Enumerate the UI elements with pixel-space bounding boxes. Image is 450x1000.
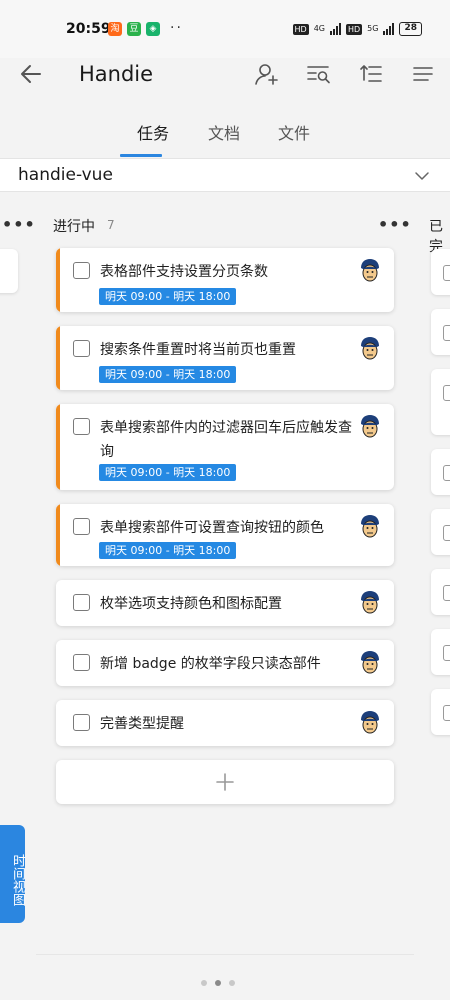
task-card[interactable]: 枚举选项支持颜色和图标配置 [56,580,394,626]
prev-column-card[interactable] [0,249,18,293]
next-column-card[interactable] [431,449,450,495]
timeline-view-button[interactable]: 时间视图 [0,825,25,923]
project-selector[interactable]: handie-vue [0,158,450,192]
active-tab-indicator [120,154,162,157]
chevron-down-icon [415,172,429,180]
task-checkbox[interactable] [73,714,90,731]
page-title: Handie [79,62,154,86]
taobao-icon: 淘 [108,22,122,36]
task-time-badge: 明天 09:00 - 明天 18:00 [99,366,237,383]
avatar-icon [361,711,379,734]
filter-search-icon[interactable] [306,61,332,87]
task-card[interactable]: 表单搜索部件内的过滤器回车后应触发查询 明天 09:00 - 明天 18:00 [56,404,394,490]
sort-list-icon[interactable] [358,61,384,87]
task-time-badge: 明天 09:00 - 明天 18:00 [99,464,237,481]
avatar-icon [361,337,379,360]
avatar-icon [361,415,379,438]
avatar-icon [361,515,379,538]
douban-icon: 豆 [127,22,141,36]
project-name: handie-vue [18,165,113,185]
next-column-card[interactable] [431,569,450,615]
page-dot [201,980,207,986]
avatar-icon [361,591,379,614]
add-task-button[interactable] [56,760,394,804]
task-title: 搜索条件重置时将当前页也重置 [100,342,296,358]
signal-icon [329,23,341,35]
prev-column-more-button[interactable]: ••• [2,215,36,234]
tab-documents[interactable]: 文档 [208,120,240,144]
next-column-card[interactable] [431,309,450,355]
page-dot-active [215,980,221,986]
column-title: 进行中 [53,219,95,235]
menu-icon[interactable] [410,61,436,87]
task-title: 枚举选项支持颜色和图标配置 [100,596,282,612]
add-member-icon[interactable] [254,61,280,87]
hd-badge: HD [292,23,309,35]
status-time: 20:59 [66,21,111,37]
next-column-card[interactable] [431,629,450,675]
task-title: 完善类型提醒 [100,716,184,732]
task-card[interactable]: 完善类型提醒 [56,700,394,746]
next-column-card[interactable] [431,369,450,435]
task-card[interactable]: 表格部件支持设置分页条数 明天 09:00 - 明天 18:00 [56,248,394,312]
tab-bar: 任务 文档 文件 [0,112,450,158]
plus-icon [216,773,234,791]
task-checkbox[interactable] [73,654,90,671]
status-more-dots: ·· [170,20,183,36]
task-checkbox[interactable] [73,518,90,535]
network-type: 5G [367,24,379,33]
next-column-card[interactable] [431,689,450,735]
app-header: Handie [0,58,450,98]
back-arrow-icon[interactable] [18,61,44,87]
task-checkbox[interactable] [73,262,90,279]
next-column-card[interactable] [431,249,450,295]
page-dot [229,980,235,986]
task-checkbox[interactable] [73,340,90,357]
avatar-icon [361,259,379,282]
task-checkbox[interactable] [73,418,90,435]
task-title: 新增 badge 的枚举字段只读态部件 [100,656,321,672]
divider [36,954,414,955]
status-right-group: HD 4G HD 5G 28 [292,22,422,36]
battery-icon: 28 [399,22,422,36]
task-card[interactable]: 表单搜索部件可设置查询按钮的颜色 明天 09:00 - 明天 18:00 [56,504,394,566]
tab-files[interactable]: 文件 [278,120,310,144]
network-type: 4G [313,24,325,33]
page-indicator [201,980,235,986]
task-time-badge: 明天 09:00 - 明天 18:00 [99,542,237,559]
task-checkbox[interactable] [73,594,90,611]
status-bar: 20:59 淘 豆 ◈ ·· HD 4G HD 5G 28 [0,0,450,58]
column-more-button[interactable]: ••• [378,215,412,234]
hd-badge: HD [345,23,363,35]
vpn-icon: ◈ [146,22,160,36]
task-card[interactable]: 搜索条件重置时将当前页也重置 明天 09:00 - 明天 18:00 [56,326,394,390]
avatar-icon [361,651,379,674]
tab-tasks[interactable]: 任务 [137,120,169,144]
next-column-card[interactable] [431,509,450,555]
column-count: 7 [107,218,115,232]
task-title: 表单搜索部件内的过滤器回车后应触发查询 [100,420,352,460]
task-time-badge: 明天 09:00 - 明天 18:00 [99,288,237,305]
task-card[interactable]: 新增 badge 的枚举字段只读态部件 [56,640,394,686]
task-title: 表格部件支持设置分页条数 [100,264,268,280]
signal-icon [383,23,395,35]
task-title: 表单搜索部件可设置查询按钮的颜色 [100,520,324,536]
